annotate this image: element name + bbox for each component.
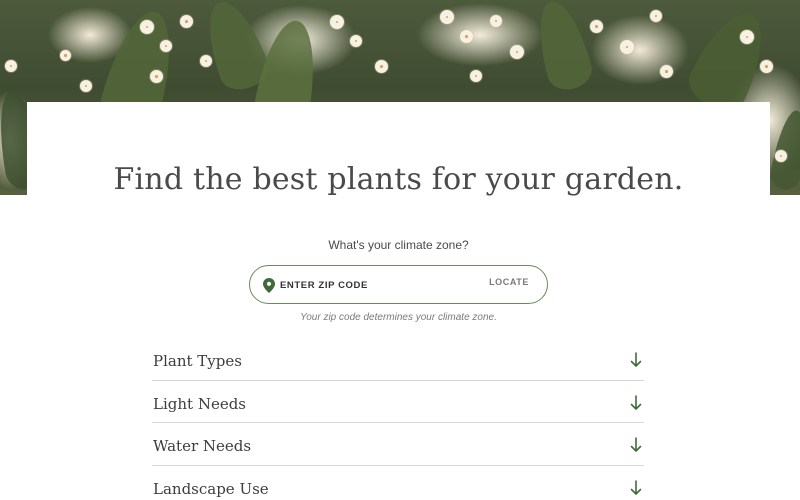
flower	[160, 40, 172, 52]
arrow-down-icon	[630, 352, 642, 367]
filter-plant-types[interactable]: Plant Types	[152, 338, 644, 381]
flower	[350, 35, 362, 47]
flower	[470, 70, 482, 82]
flower	[510, 45, 524, 59]
flower	[140, 20, 154, 34]
flower	[330, 15, 344, 29]
flower	[200, 55, 212, 67]
flower	[740, 30, 754, 44]
zip-code-search: LOCATE	[249, 265, 548, 304]
locate-button[interactable]: LOCATE	[489, 277, 529, 287]
filter-landscape-use[interactable]: Landscape Use	[152, 466, 644, 500]
leaf	[529, 0, 596, 95]
climate-zone-question: What's your climate zone?	[328, 238, 469, 252]
flower	[80, 80, 92, 92]
filter-label: Light Needs	[153, 394, 246, 413]
filter-label: Water Needs	[153, 437, 252, 455]
plant-finder-card: Find the best plants for your garden. Wh…	[27, 102, 770, 500]
flower	[490, 15, 502, 27]
flower	[180, 15, 193, 28]
filter-label: Plant Types	[153, 352, 242, 370]
flower	[660, 65, 673, 78]
flower	[150, 70, 163, 83]
arrow-down-icon	[630, 479, 642, 495]
arrow-down-icon	[630, 394, 642, 410]
flower	[460, 30, 473, 43]
zip-code-hint: Your zip code determines your climate zo…	[300, 312, 497, 323]
map-pin-icon	[263, 278, 275, 293]
filter-list: Plant Types Light Needs Water Needs Land…	[152, 338, 644, 500]
flower	[620, 40, 634, 54]
flower	[760, 60, 773, 73]
zip-code-input[interactable]	[280, 275, 480, 295]
filter-light-needs[interactable]: Light Needs	[152, 381, 644, 423]
arrow-down-icon	[630, 437, 642, 452]
flower	[440, 10, 454, 24]
flower	[775, 150, 787, 162]
flower	[590, 20, 603, 33]
page-title: Find the best plants for your garden.	[113, 162, 684, 197]
filter-label: Landscape Use	[153, 479, 269, 498]
flower	[60, 50, 71, 61]
flower	[375, 60, 388, 73]
filter-water-needs[interactable]: Water Needs	[152, 423, 644, 466]
flower	[5, 60, 17, 72]
flower	[650, 10, 662, 22]
